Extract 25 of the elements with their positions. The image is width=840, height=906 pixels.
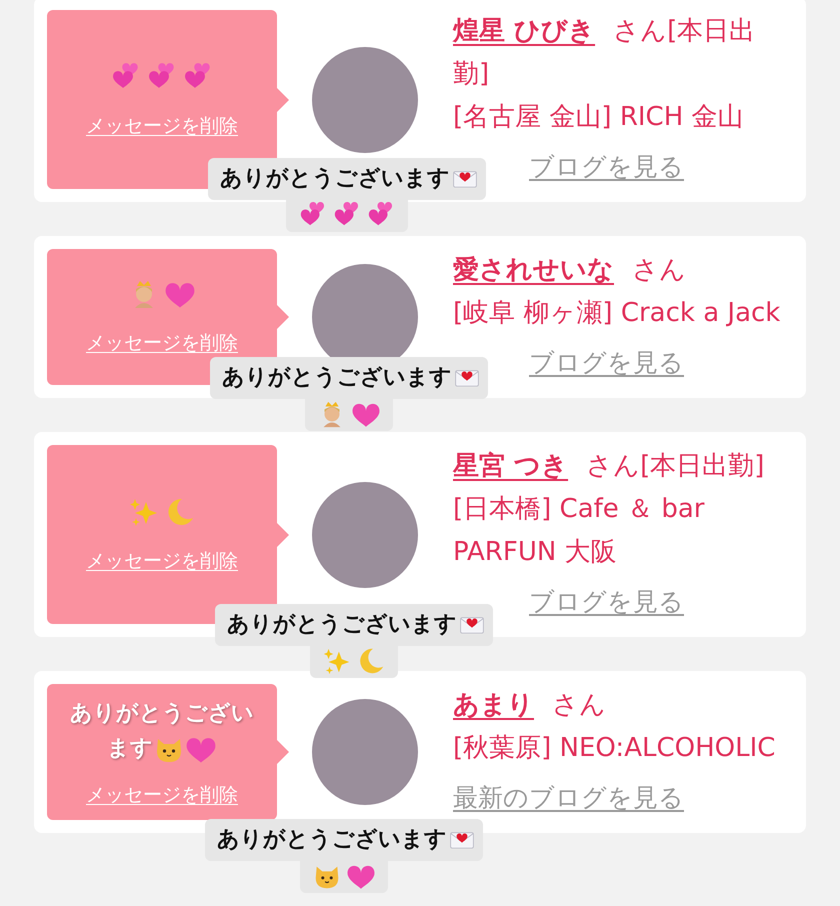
blog-link[interactable]: ブログを見る xyxy=(529,145,684,188)
store-text: [岐阜 柳ヶ瀬] Crack a Jack xyxy=(453,297,782,330)
delete-message-link[interactable]: メッセージを削除 xyxy=(86,330,238,356)
caption-text: ありがとうございます xyxy=(220,165,450,193)
caption-text: ありがとうございます xyxy=(227,611,457,639)
cast-name-link[interactable]: あまり xyxy=(453,690,534,720)
delete-message-link[interactable]: メッセージを削除 xyxy=(86,112,238,138)
delete-message-link[interactable]: メッセージを削除 xyxy=(86,782,238,808)
message-text: ありがとうございます xyxy=(61,696,263,766)
blog-link[interactable]: ブログを見る xyxy=(529,341,684,384)
store-text: [日本橋] Cafe ＆ bar PARFUN 大阪 xyxy=(453,493,706,569)
cast-heading-text: 煌星 ひびき さん[本日出勤] xyxy=(453,15,756,91)
delete-message-link[interactable]: メッセージを削除 xyxy=(86,548,238,574)
store-text: [秋葉原] NEO:ALCOHOLIC xyxy=(453,732,776,765)
caption-text: ありがとうございます xyxy=(222,364,452,392)
cast-name-link[interactable]: 愛されせいな xyxy=(453,255,614,285)
cast-heading-text: 星宮 つき さん[本日出勤] xyxy=(453,450,766,483)
cast-name-link[interactable]: 星宮 つき xyxy=(453,451,568,481)
blog-link[interactable]: 最新のブログを見る xyxy=(453,776,684,819)
blog-link[interactable]: ブログを見る xyxy=(529,580,684,623)
caption-text: ありがとうございます xyxy=(217,826,447,854)
cast-name-link[interactable]: 煌星 ひびき xyxy=(453,16,596,46)
cast-heading-text: あまり さん xyxy=(453,689,607,722)
cast-heading-text: 愛されせいな さん xyxy=(453,254,687,287)
store-text: [名古屋 金山] RICH 金山 xyxy=(453,101,745,134)
